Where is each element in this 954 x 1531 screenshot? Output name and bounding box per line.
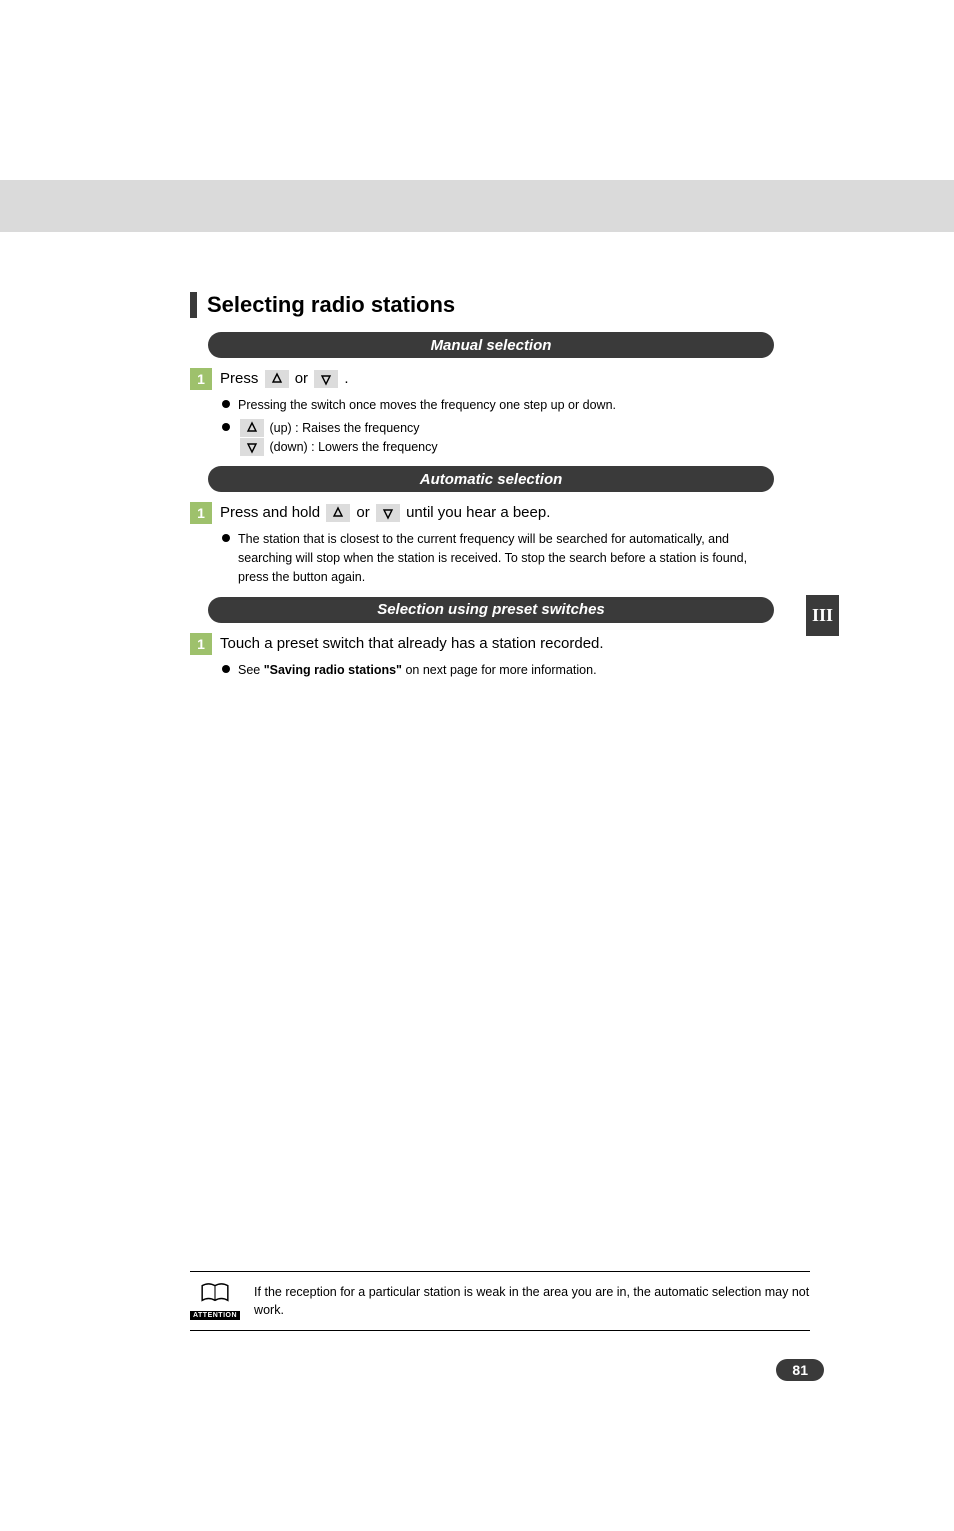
text-fragment: on next page for more information. — [402, 663, 597, 677]
text-fragment: . — [344, 370, 348, 387]
text-fragment: Press and hold — [220, 504, 324, 521]
bullet-icon — [222, 665, 230, 673]
bullet-text: (up) : Raises the frequency (down) : Low… — [238, 419, 774, 457]
up-key-icon — [326, 504, 350, 522]
step-row-automatic: 1 Press and hold or until you hear a bee… — [190, 502, 774, 524]
bullet-text: The station that is closest to the curre… — [238, 530, 774, 586]
bullet-block-preset: See "Saving radio stations" on next page… — [222, 661, 774, 680]
attention-icon-wrap: ATTENTION — [190, 1282, 240, 1320]
text-fragment: or — [356, 504, 374, 521]
bullet-row: Pressing the switch once moves the frequ… — [222, 396, 774, 415]
book-icon — [200, 1282, 230, 1309]
up-key-icon — [240, 419, 264, 437]
text-fragment: See — [238, 663, 264, 677]
down-key-icon — [376, 504, 400, 522]
up-key-icon — [265, 370, 289, 388]
subheading-automatic: Automatic selection — [208, 466, 774, 492]
reference-link-text: "Saving radio stations" — [264, 663, 402, 677]
step-badge: 1 — [190, 368, 212, 390]
text-fragment: until you hear a beep. — [406, 504, 550, 521]
text-fragment: (down) : Lowers the frequency — [266, 440, 438, 454]
text-fragment: or — [295, 370, 313, 387]
attention-label: ATTENTION — [190, 1311, 240, 1320]
attention-text: If the reception for a particular statio… — [254, 1283, 810, 1319]
down-key-icon — [314, 370, 338, 388]
bullet-text: See "Saving radio stations" on next page… — [238, 661, 774, 680]
bullet-icon — [222, 534, 230, 542]
step-text: Touch a preset switch that already has a… — [220, 635, 604, 652]
step-badge: 1 — [190, 633, 212, 655]
header-bar — [0, 180, 954, 232]
bullet-block-automatic: The station that is closest to the curre… — [222, 530, 774, 586]
down-key-icon — [240, 438, 264, 456]
text-fragment: (up) : Raises the frequency — [266, 421, 420, 435]
step-text: Press or . — [220, 370, 349, 388]
subheading-preset: Selection using preset switches — [208, 597, 774, 623]
bullet-row: (up) : Raises the frequency (down) : Low… — [222, 419, 774, 457]
step-badge: 1 — [190, 502, 212, 524]
subheading-manual: Manual selection — [208, 332, 774, 358]
attention-block: ATTENTION If the reception for a particu… — [190, 1271, 810, 1331]
section-title-accent — [190, 292, 197, 318]
bullet-row: The station that is closest to the curre… — [222, 530, 774, 586]
bullet-icon — [222, 400, 230, 408]
step-row-preset: 1 Touch a preset switch that already has… — [190, 633, 774, 655]
step-row-manual: 1 Press or . — [190, 368, 774, 390]
bullet-row: See "Saving radio stations" on next page… — [222, 661, 774, 680]
page-number: 81 — [776, 1359, 824, 1381]
bullet-icon — [222, 423, 230, 431]
text-fragment: Press — [220, 370, 263, 387]
chapter-tab: III — [806, 595, 839, 636]
bullet-block-manual: Pressing the switch once moves the frequ… — [222, 396, 774, 456]
bullet-text: Pressing the switch once moves the frequ… — [238, 396, 774, 415]
page-content: Selecting radio stations Manual selectio… — [190, 292, 774, 679]
section-title: Selecting radio stations — [207, 292, 455, 318]
step-text: Press and hold or until you hear a beep. — [220, 504, 550, 522]
section-title-wrap: Selecting radio stations — [190, 292, 774, 318]
